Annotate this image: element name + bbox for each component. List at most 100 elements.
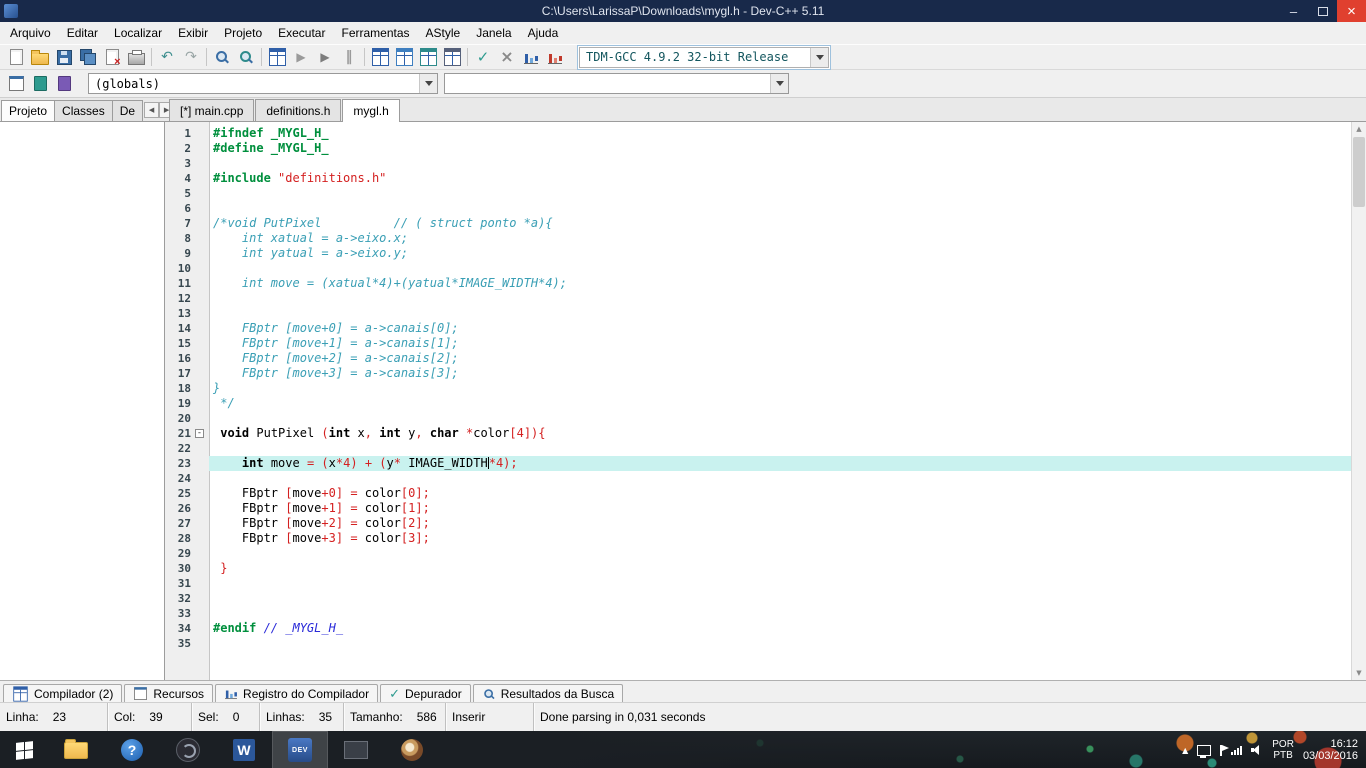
code-text[interactable]: void PutPixel (int x, int y, char *color…: [209, 426, 1366, 441]
taskbar-word-button[interactable]: [216, 731, 272, 768]
code-text[interactable]: [209, 261, 1366, 276]
bottom-tab-resultados-da-busca[interactable]: Resultados da Busca: [473, 684, 623, 702]
code-text[interactable]: }: [209, 561, 1366, 576]
code-text[interactable]: */: [209, 396, 1366, 411]
insert-icon[interactable]: [4, 73, 28, 95]
code-text[interactable]: FBptr [move+0] = color[0];: [209, 486, 1366, 501]
debug-view-icon[interactable]: [416, 46, 440, 68]
print-icon[interactable]: [124, 46, 148, 68]
menu-arquivo[interactable]: Arquivo: [2, 23, 59, 43]
code-text[interactable]: [209, 576, 1366, 591]
project-panel[interactable]: [0, 122, 165, 680]
maximize-button[interactable]: [1308, 0, 1337, 22]
bottom-tab-depurador[interactable]: Depurador: [380, 684, 471, 702]
taskbar-file-explorer-button[interactable]: [48, 731, 104, 768]
code-text[interactable]: [209, 201, 1366, 216]
syntax-check-icon[interactable]: [471, 46, 495, 68]
profile-chart-icon[interactable]: [519, 46, 543, 68]
scroll-left-icon[interactable]: ◀: [144, 102, 159, 118]
project-view-icon[interactable]: [368, 46, 392, 68]
menu-ferramentas[interactable]: Ferramentas: [333, 23, 417, 43]
code-text[interactable]: }: [209, 381, 1366, 396]
toggle-bookmark-icon[interactable]: [28, 73, 52, 95]
file-tab-definitions-h[interactable]: definitions.h: [255, 99, 341, 121]
new-file-icon[interactable]: [4, 46, 28, 68]
flag-icon[interactable]: [1220, 745, 1222, 756]
clean-profile-icon[interactable]: [543, 46, 567, 68]
code-text[interactable]: FBptr [move+2] = color[2];: [209, 516, 1366, 531]
code-text[interactable]: int move = (x*4) + (y* IMAGE_WIDTH*4);: [209, 456, 1366, 471]
code-text[interactable]: #include "definitions.h": [209, 171, 1366, 186]
code-text[interactable]: #define _MYGL_H_: [209, 141, 1366, 156]
monitor-icon[interactable]: [1197, 745, 1211, 756]
code-text[interactable]: FBptr [move+3] = color[3];: [209, 531, 1366, 546]
close-icon[interactable]: [100, 46, 124, 68]
compile-icon[interactable]: [265, 46, 289, 68]
debug-icon[interactable]: [313, 46, 337, 68]
left-tab-de[interactable]: De: [112, 100, 143, 121]
left-tab-projeto[interactable]: Projeto: [1, 100, 55, 121]
taskbar-gimp-button[interactable]: [384, 731, 440, 768]
chevron-down-icon[interactable]: [810, 48, 828, 67]
code-text[interactable]: [209, 591, 1366, 606]
menu-ajuda[interactable]: Ajuda: [520, 23, 567, 43]
goto-bookmark-icon[interactable]: [52, 73, 76, 95]
bottom-tab-compilador-2[interactable]: Compilador (2): [3, 684, 122, 702]
fold-marker-icon[interactable]: [195, 429, 204, 438]
code-text[interactable]: #ifndef _MYGL_H_: [209, 126, 1366, 141]
save-icon[interactable]: [52, 46, 76, 68]
bottom-tab-recursos[interactable]: Recursos: [124, 684, 213, 702]
code-text[interactable]: [209, 471, 1366, 486]
compiler-select[interactable]: TDM-GCC 4.9.2 32-bit Release: [579, 47, 829, 68]
code-text[interactable]: int yatual = a->eixo.y;: [209, 246, 1366, 261]
chevron-down-icon[interactable]: [419, 74, 437, 93]
redo-icon[interactable]: [179, 46, 203, 68]
find-icon[interactable]: [210, 46, 234, 68]
scroll-up-arrow[interactable]: ▲: [1352, 122, 1366, 136]
file-tab-mygl-h[interactable]: mygl.h: [342, 99, 399, 122]
code-text[interactable]: [209, 606, 1366, 621]
bottom-tab-registro-do-compilador[interactable]: Registro do Compilador: [215, 684, 378, 702]
log-view-icon[interactable]: [440, 46, 464, 68]
scrollbar-thumb[interactable]: [1353, 137, 1365, 207]
code-text[interactable]: /*void PutPixel // ( struct ponto *a){: [209, 216, 1366, 231]
clock[interactable]: 16:12 03/03/2016: [1303, 738, 1358, 762]
abort-icon[interactable]: [495, 46, 519, 68]
vertical-scrollbar[interactable]: ▲ ▼: [1351, 122, 1366, 680]
code-text[interactable]: [209, 441, 1366, 456]
chevron-down-icon[interactable]: [770, 74, 788, 93]
taskbar-dev-cpp-button[interactable]: [272, 731, 328, 768]
left-tab-classes[interactable]: Classes: [54, 100, 113, 121]
code-text[interactable]: FBptr [move+1] = color[1];: [209, 501, 1366, 516]
start-button[interactable]: [0, 731, 48, 768]
menu-exibir[interactable]: Exibir: [170, 23, 216, 43]
code-text[interactable]: int xatual = a->eixo.x;: [209, 231, 1366, 246]
open-icon[interactable]: [28, 46, 52, 68]
code-text[interactable]: [209, 156, 1366, 171]
run-icon[interactable]: [289, 46, 313, 68]
code-editor[interactable]: 1#ifndef _MYGL_H_2#define _MYGL_H_34#inc…: [165, 122, 1366, 680]
code-text[interactable]: FBptr [move+1] = a->canais[1];: [209, 336, 1366, 351]
file-tab-main-cpp[interactable]: [*] main.cpp: [169, 99, 254, 121]
taskbar-help-app-button[interactable]: [104, 731, 160, 768]
scroll-down-arrow[interactable]: ▼: [1352, 666, 1366, 680]
code-text[interactable]: [209, 186, 1366, 201]
code-text[interactable]: FBptr [move+3] = a->canais[3];: [209, 366, 1366, 381]
taskbar-media-app-button[interactable]: [160, 731, 216, 768]
volume-icon[interactable]: [1251, 744, 1263, 756]
globals-select[interactable]: (globals): [88, 73, 438, 94]
network-icon[interactable]: [1231, 746, 1242, 755]
menu-astyle[interactable]: AStyle: [418, 23, 469, 43]
code-text[interactable]: [209, 636, 1366, 651]
profile-icon[interactable]: [337, 46, 361, 68]
members-select[interactable]: [444, 73, 789, 94]
menu-localizar[interactable]: Localizar: [106, 23, 170, 43]
code-text[interactable]: [209, 291, 1366, 306]
hidden-icons-chevron-icon[interactable]: ▲: [1182, 746, 1188, 755]
save-all-icon[interactable]: [76, 46, 100, 68]
close-button[interactable]: [1337, 0, 1366, 22]
code-text[interactable]: [209, 306, 1366, 321]
class-view-icon[interactable]: [392, 46, 416, 68]
code-text[interactable]: FBptr [move+2] = a->canais[2];: [209, 351, 1366, 366]
taskbar-app-window-button[interactable]: [328, 731, 384, 768]
